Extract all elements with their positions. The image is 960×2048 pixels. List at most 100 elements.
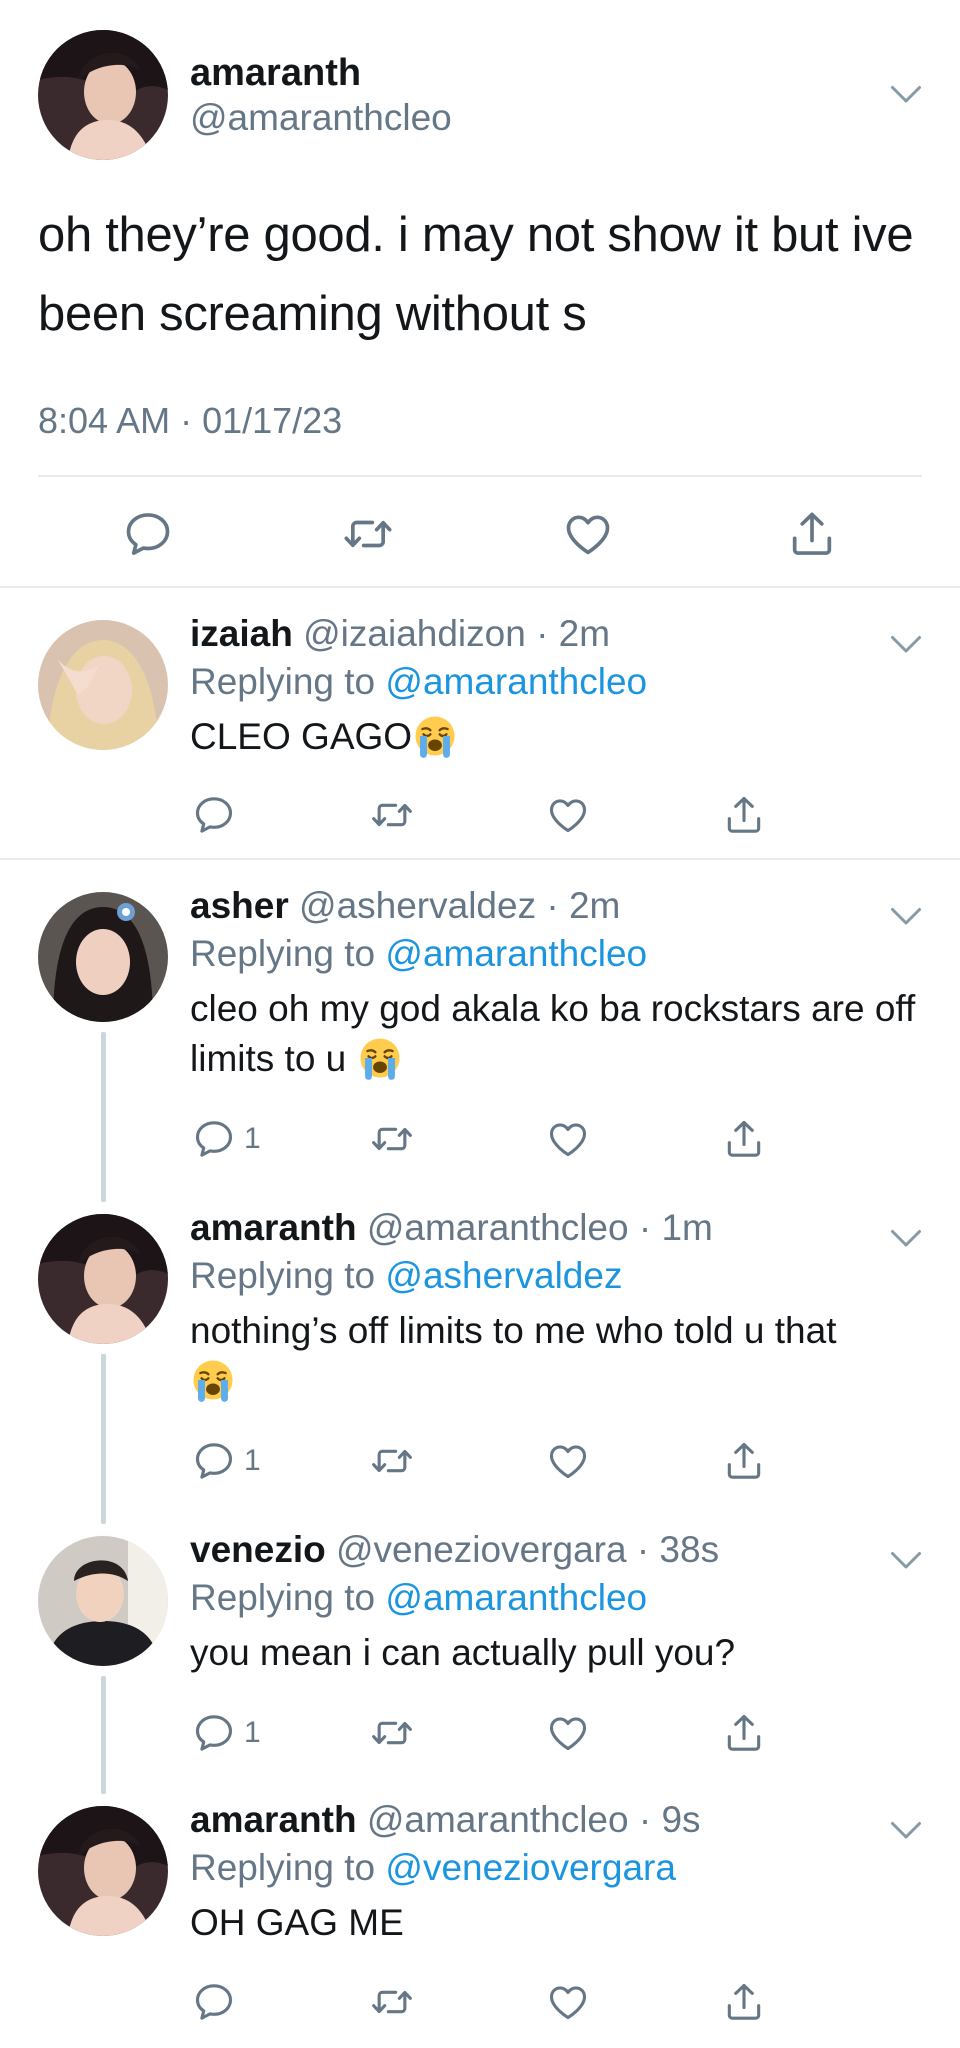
retweet-icon[interactable]	[370, 1439, 414, 1483]
replying-to-label: Replying to	[190, 661, 376, 702]
avatar[interactable]	[38, 1214, 168, 1344]
user-handle[interactable]: @amaranthcleo	[367, 1799, 629, 1840]
reply-count: 1	[244, 1716, 261, 1749]
replying-to-label: Replying to	[190, 1847, 376, 1888]
display-name[interactable]: amaranth	[190, 1799, 357, 1840]
avatar-photo	[38, 1214, 168, 1344]
reply-icon[interactable]	[192, 1117, 236, 1161]
reply-tweet[interactable]: asher @ashervaldez · 2m Replying to @ama…	[0, 862, 960, 1186]
user-handle[interactable]: @amaranthcleo	[367, 1207, 629, 1248]
replying-to-link[interactable]: @veneziovergara	[385, 1847, 676, 1888]
retweet-icon[interactable]	[370, 1117, 414, 1161]
chevron-down-icon[interactable]	[888, 630, 924, 660]
reply-icon[interactable]	[192, 1439, 236, 1483]
reply-tweet[interactable]: amaranth @amaranthcleo · 1m Replying to …	[0, 1184, 960, 1508]
reply-tweet[interactable]: izaiah @izaiahdizon · 2m Replying to @am…	[0, 590, 960, 860]
tweet-age[interactable]: · 38s	[637, 1529, 719, 1570]
reply-text-content: cleo oh my god akala ko ba rockstars are…	[190, 988, 916, 1079]
replying-to: Replying to @veneziovergara	[190, 1846, 676, 1890]
reply-text-content: CLEO GAGO	[190, 716, 413, 757]
share-icon[interactable]	[722, 793, 766, 837]
share-icon[interactable]	[722, 1439, 766, 1483]
reply-count: 1	[244, 1122, 261, 1155]
reply-text: CLEO GAGO	[190, 712, 930, 762]
reply-header: venezio @veneziovergara · 38s	[190, 1528, 719, 1572]
replying-to-label: Replying to	[190, 1577, 376, 1618]
tweet-text: oh they’re good. i may not show it but i…	[38, 208, 914, 341]
like-icon[interactable]	[562, 508, 614, 560]
reply-text: OH GAG ME	[190, 1902, 404, 1943]
reply-text-content: nothing’s off limits to me who told u th…	[190, 1310, 837, 1351]
avatar-photo	[38, 892, 168, 1022]
avatar[interactable]	[38, 30, 168, 160]
replying-to-link[interactable]: @amaranthcleo	[385, 661, 647, 702]
display-name[interactable]: amaranth	[190, 1207, 357, 1248]
replying-to: Replying to @amaranthcleo	[190, 1576, 647, 1620]
retweet-icon[interactable]	[370, 1980, 414, 2024]
display-name[interactable]: izaiah	[190, 613, 293, 654]
chevron-down-icon[interactable]	[888, 80, 924, 110]
avatar[interactable]	[38, 620, 168, 750]
like-icon[interactable]	[546, 1711, 590, 1755]
avatar-photo	[38, 30, 168, 160]
reply-tweet[interactable]: amaranth @amaranthcleo · 9s Replying to …	[0, 1776, 960, 2048]
retweet-icon[interactable]	[370, 793, 414, 837]
avatar[interactable]	[38, 1536, 168, 1666]
tweet-timestamp[interactable]: 8:04 AM · 01/17/23	[38, 398, 342, 444]
reply-text: nothing’s off limits to me who told u th…	[190, 1306, 930, 1406]
chevron-down-icon[interactable]	[888, 902, 924, 932]
avatar[interactable]	[38, 892, 168, 1022]
tweet-age[interactable]: · 2m	[536, 613, 610, 654]
reply-icon[interactable]	[192, 1980, 236, 2024]
reply-icon[interactable]	[122, 508, 174, 560]
reply-header: amaranth @amaranthcleo · 9s	[190, 1798, 701, 1842]
reply-text: cleo oh my god akala ko ba rockstars are…	[190, 984, 930, 1084]
replying-to: Replying to @amaranthcleo	[190, 932, 647, 976]
reply-icon[interactable]	[192, 1711, 236, 1755]
reply-header: asher @ashervaldez · 2m	[190, 884, 620, 928]
reply-header: amaranth @amaranthcleo · 1m	[190, 1206, 713, 1250]
divider	[38, 475, 922, 477]
display-name[interactable]: asher	[190, 885, 289, 926]
retweet-icon[interactable]	[370, 1711, 414, 1755]
reply-icon[interactable]	[192, 793, 236, 837]
user-handle[interactable]: @izaiahdizon	[303, 613, 526, 654]
tweet-age[interactable]: · 9s	[639, 1799, 701, 1840]
like-icon[interactable]	[546, 1117, 590, 1161]
reply-tweet[interactable]: venezio @veneziovergara · 38s Replying t…	[0, 1506, 960, 1778]
reply-text: you mean i can actually pull you?	[190, 1632, 736, 1673]
share-icon[interactable]	[786, 508, 838, 560]
display-name[interactable]: amaranth	[190, 50, 361, 96]
share-icon[interactable]	[722, 1711, 766, 1755]
avatar[interactable]	[38, 1806, 168, 1936]
chevron-down-icon[interactable]	[888, 1546, 924, 1576]
replying-to-label: Replying to	[190, 933, 376, 974]
replying-to: Replying to @amaranthcleo	[190, 660, 647, 704]
user-handle[interactable]: @ashervaldez	[299, 885, 536, 926]
like-icon[interactable]	[546, 793, 590, 837]
replying-to-link[interactable]: @ashervaldez	[385, 1255, 622, 1296]
reply-header: izaiah @izaiahdizon · 2m	[190, 612, 610, 656]
chevron-down-icon[interactable]	[888, 1816, 924, 1846]
avatar-photo	[38, 620, 168, 750]
loudly-crying-face-icon	[412, 713, 458, 759]
avatar-photo	[38, 1536, 168, 1666]
avatar-photo	[38, 1806, 168, 1936]
share-icon[interactable]	[722, 1980, 766, 2024]
share-icon[interactable]	[722, 1117, 766, 1161]
tweet-age[interactable]: · 2m	[546, 885, 620, 926]
chevron-down-icon[interactable]	[888, 1224, 924, 1254]
user-handle[interactable]: @veneziovergara	[336, 1529, 627, 1570]
loudly-crying-face-icon	[190, 1357, 236, 1403]
loudly-crying-face-icon	[357, 1035, 403, 1081]
like-icon[interactable]	[546, 1439, 590, 1483]
tweet-age[interactable]: · 1m	[639, 1207, 713, 1248]
replying-to: Replying to @ashervaldez	[190, 1254, 622, 1298]
replying-to-link[interactable]: @amaranthcleo	[385, 933, 647, 974]
user-handle[interactable]: @amaranthcleo	[190, 96, 452, 140]
display-name[interactable]: venezio	[190, 1529, 326, 1570]
replying-to-label: Replying to	[190, 1255, 376, 1296]
replying-to-link[interactable]: @amaranthcleo	[385, 1577, 647, 1618]
retweet-icon[interactable]	[342, 508, 394, 560]
like-icon[interactable]	[546, 1980, 590, 2024]
